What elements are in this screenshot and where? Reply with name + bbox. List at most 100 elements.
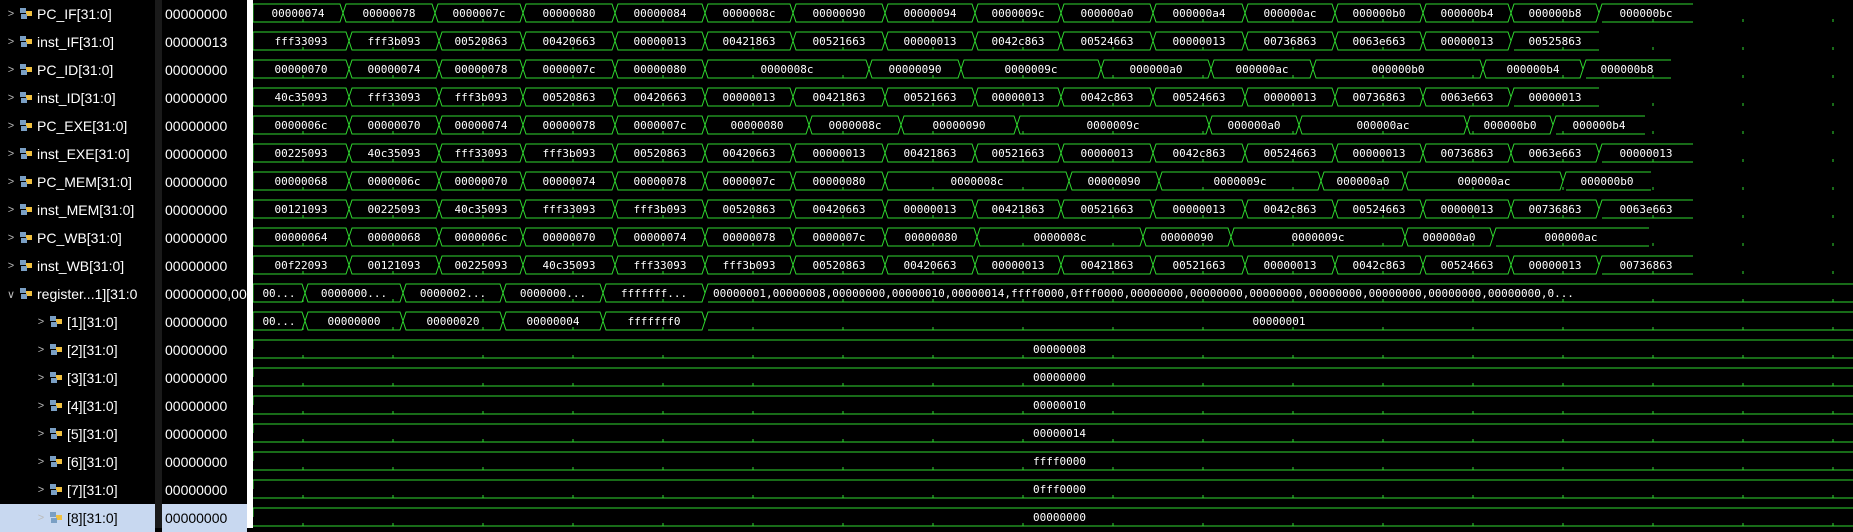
- waveform-value-label: 000000a0: [1130, 63, 1183, 76]
- signal-value: 00000000: [165, 398, 228, 414]
- waveform-value-label: 0042c863: [992, 35, 1045, 48]
- chevron-right-icon[interactable]: >: [4, 204, 18, 216]
- chevron-right-icon[interactable]: >: [34, 400, 48, 412]
- signal-row[interactable]: > [7][31:0]: [0, 476, 155, 504]
- signal-row[interactable]: ∨ register...1][31:0: [0, 280, 155, 308]
- waveform-value-label: 40c35093: [275, 91, 328, 104]
- signal-row[interactable]: > inst_ID[31:0]: [0, 84, 155, 112]
- waveform-value-label: 0042c863: [1173, 147, 1226, 160]
- signal-waveform[interactable]: 00000014: [253, 423, 1853, 443]
- chevron-right-icon[interactable]: >: [4, 36, 18, 48]
- signal-row[interactable]: > PC_EXE[31:0]: [0, 112, 155, 140]
- waveform-value-label: 00000004: [527, 315, 580, 328]
- signal-waveform[interactable]: 0000006c 00000070 00000074 00000078 0000007c…: [253, 115, 1834, 135]
- waveform-value-label: 0000009c: [992, 7, 1045, 20]
- chevron-right-icon[interactable]: >: [34, 428, 48, 440]
- signal-row[interactable]: > [4][31:0]: [0, 392, 155, 420]
- waveform-value-label: 40c35093: [368, 147, 421, 160]
- waveform-value-label: 0000006c: [455, 231, 508, 244]
- signal-row[interactable]: > PC_ID[31:0]: [0, 56, 155, 84]
- chevron-right-icon[interactable]: >: [4, 8, 18, 20]
- waveform-value-label: 0000008c: [1034, 231, 1087, 244]
- waveform-value-label: 00736863: [1620, 259, 1673, 272]
- signal-waveform[interactable]: 00f22093 00121093 00225093 40c35093 fff33093…: [253, 255, 1834, 275]
- column-splitter[interactable]: [155, 0, 162, 528]
- signal-row[interactable]: > [1][31:0]: [0, 308, 155, 336]
- waveform-value-label: 000000b0: [1484, 119, 1537, 132]
- signal-row[interactable]: > [5][31:0]: [0, 420, 155, 448]
- signal-row[interactable]: > inst_MEM[31:0]: [0, 196, 155, 224]
- waveform-value-label: fff3b093: [368, 35, 421, 48]
- signal-row[interactable]: > PC_MEM[31:0]: [0, 168, 155, 196]
- waveform-value-label: ffff0000: [1033, 455, 1086, 468]
- signal-waveform[interactable]: 00000074 00000078 0000007c 00000080 00000084…: [253, 3, 1834, 23]
- waveform-value-label: 00000090: [1088, 175, 1141, 188]
- signal-waveform[interactable]: 00000000: [253, 507, 1853, 527]
- waveform-value-label: 00000008: [1033, 343, 1086, 356]
- signal-waveform[interactable]: 00000010: [253, 395, 1853, 415]
- signal-waveform[interactable]: 00... 00000000 00000020 00000004 fffffff0 000…: [253, 311, 1853, 331]
- chevron-right-icon[interactable]: >: [4, 148, 18, 160]
- chevron-right-icon[interactable]: >: [4, 232, 18, 244]
- signal-value: 00000000: [165, 426, 228, 442]
- chevron-right-icon[interactable]: >: [34, 316, 48, 328]
- waveform-area[interactable]: 00000074 00000078 0000007c 00000080 00000084…: [253, 0, 1853, 528]
- signal-row[interactable]: > [2][31:0]: [0, 336, 155, 364]
- chevron-right-icon[interactable]: >: [4, 64, 18, 76]
- waveform-value-label: fffffff0: [628, 315, 681, 328]
- signal-row[interactable]: > inst_EXE[31:0]: [0, 140, 155, 168]
- waveform-value-label: 000000ac: [1458, 175, 1511, 188]
- signal-waveform[interactable]: 00... 0000000... 0000002... 0000000... fffff…: [253, 283, 1853, 303]
- waveform-value-label: 00524663: [1173, 91, 1226, 104]
- waveform-value-label: 0000008c: [761, 63, 814, 76]
- waveform-value-label: 00421863: [1081, 259, 1134, 272]
- signal-waveform[interactable]: 0fff0000: [253, 479, 1853, 499]
- signal-row[interactable]: > [3][31:0]: [0, 364, 155, 392]
- chevron-down-icon[interactable]: ∨: [4, 288, 18, 301]
- signal-waveform[interactable]: fff33093 fff3b093 00520863 00420663 00000013…: [253, 31, 1834, 51]
- signal-row[interactable]: > inst_WB[31:0]: [0, 252, 155, 280]
- waveform-value-label: 00520863: [723, 203, 776, 216]
- chevron-right-icon[interactable]: >: [34, 484, 48, 496]
- chevron-right-icon[interactable]: >: [4, 92, 18, 104]
- waveform-value-label: 00000001: [1253, 315, 1306, 328]
- chevron-right-icon[interactable]: >: [34, 344, 48, 356]
- waveform-value-label: 00...: [262, 287, 295, 300]
- signal-row[interactable]: > inst_IF[31:0]: [0, 28, 155, 56]
- signal-value: 00000000: [165, 482, 228, 498]
- waveform-value-label: 00000000: [1033, 371, 1086, 384]
- signal-waveform[interactable]: 00000068 0000006c 00000070 00000074 00000078…: [253, 171, 1834, 191]
- waveform-canvas[interactable]: 00000074 00000078 0000007c 00000080 00000084…: [253, 0, 1853, 528]
- signal-waveform[interactable]: 00225093 40c35093 fff33093 fff3b093 00520863…: [253, 143, 1834, 163]
- waveform-value-label: 00520863: [634, 147, 687, 160]
- waveform-value-label: 0000008c: [829, 119, 882, 132]
- waveform-value-label: 00000090: [1161, 231, 1214, 244]
- waveform-value-label: 0063e663: [1441, 91, 1494, 104]
- signal-waveform[interactable]: 00000070 00000074 00000078 0000007c 00000080…: [253, 59, 1834, 79]
- signal-waveform[interactable]: 00121093 00225093 40c35093 fff33093 fff3b093…: [253, 199, 1834, 219]
- signal-waveform[interactable]: 40c35093 fff33093 fff3b093 00520863 00420663…: [253, 87, 1834, 107]
- chevron-right-icon[interactable]: >: [34, 456, 48, 468]
- waveform-value-label: 00000070: [275, 63, 328, 76]
- chevron-right-icon[interactable]: >: [34, 372, 48, 384]
- waveform-value-label: 0000009c: [1214, 175, 1267, 188]
- waveform-value-label: 00000013: [1353, 147, 1406, 160]
- signal-name: register...1][31:0: [37, 286, 138, 302]
- signal-row[interactable]: > PC_IF[31:0]: [0, 0, 155, 28]
- waveform-value-label: 00421863: [904, 147, 957, 160]
- chevron-right-icon[interactable]: >: [4, 260, 18, 272]
- chevron-right-icon[interactable]: >: [34, 512, 48, 524]
- waveform-value-label: 0000009c: [1292, 231, 1345, 244]
- chevron-right-icon[interactable]: >: [4, 120, 18, 132]
- signal-row[interactable]: > [6][31:0]: [0, 448, 155, 476]
- signal-waveform[interactable]: 00000000: [253, 367, 1853, 387]
- waveform-value-label: 0000000...: [520, 287, 586, 300]
- chevron-right-icon[interactable]: >: [4, 176, 18, 188]
- signal-waveform[interactable]: ffff0000: [253, 451, 1853, 471]
- signal-name: [3][31:0]: [67, 370, 118, 386]
- signal-waveform[interactable]: 00000064 00000068 0000006c 00000070 00000074…: [253, 227, 1834, 247]
- signal-row[interactable]: > PC_WB[31:0]: [0, 224, 155, 252]
- signal-waveform[interactable]: 00000008: [253, 339, 1853, 359]
- signal-value: 00000000: [165, 314, 228, 330]
- waveform-value-label: 00521663: [1173, 259, 1226, 272]
